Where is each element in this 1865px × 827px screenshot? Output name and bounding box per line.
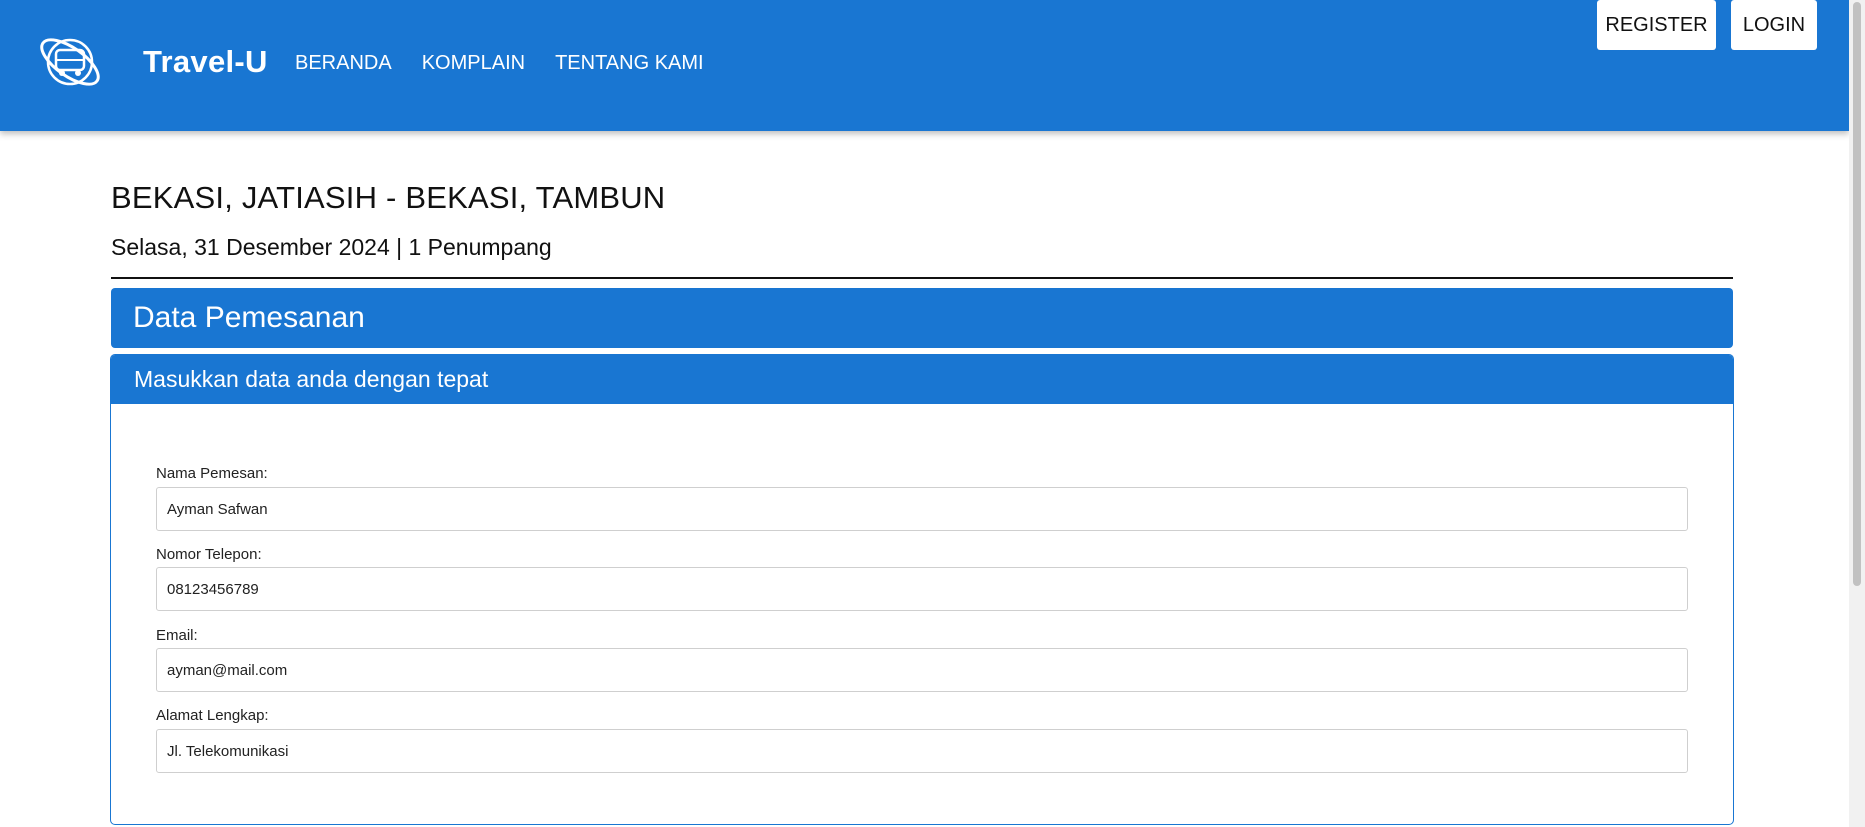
trip-info: Selasa, 31 Desember 2024 | 1 Penumpang xyxy=(111,234,552,260)
email-input[interactable] xyxy=(156,648,1688,692)
form-header: Masukkan data anda dengan tepat xyxy=(111,355,1733,404)
scrollbar-thumb[interactable] xyxy=(1853,2,1861,586)
nama-pemesan-input[interactable] xyxy=(156,487,1688,531)
main-nav: BERANDA KOMPLAIN TENTANG KAMI xyxy=(295,52,704,75)
brand-name[interactable]: Travel-U xyxy=(143,44,268,80)
nav-link-beranda[interactable]: BERANDA xyxy=(295,52,392,75)
nomor-telepon-label: Nomor Telepon: xyxy=(156,546,262,563)
alamat-lengkap-label: Alamat Lengkap: xyxy=(156,707,269,724)
email-label: Email: xyxy=(156,627,198,644)
navbar: Travel-U BERANDA KOMPLAIN TENTANG KAMI R… xyxy=(0,0,1849,131)
nav-link-komplain[interactable]: KOMPLAIN xyxy=(422,52,525,75)
login-button[interactable]: LOGIN xyxy=(1731,0,1817,50)
booking-form-card: Masukkan data anda dengan tepat Nama Pem… xyxy=(110,354,1734,825)
nav-link-tentang-kami[interactable]: TENTANG KAMI xyxy=(555,52,704,75)
page-scrollbar[interactable] xyxy=(1849,0,1865,827)
divider xyxy=(111,277,1733,279)
alamat-lengkap-input[interactable] xyxy=(156,729,1688,773)
nomor-telepon-input[interactable] xyxy=(156,567,1688,611)
register-button[interactable]: REGISTER xyxy=(1597,0,1716,50)
globe-bus-logo-icon[interactable] xyxy=(36,28,104,96)
section-header: Data Pemesanan xyxy=(111,288,1733,348)
nama-pemesan-label: Nama Pemesan: xyxy=(156,465,268,482)
route-title: BEKASI, JATIASIH - BEKASI, TAMBUN xyxy=(111,180,666,215)
